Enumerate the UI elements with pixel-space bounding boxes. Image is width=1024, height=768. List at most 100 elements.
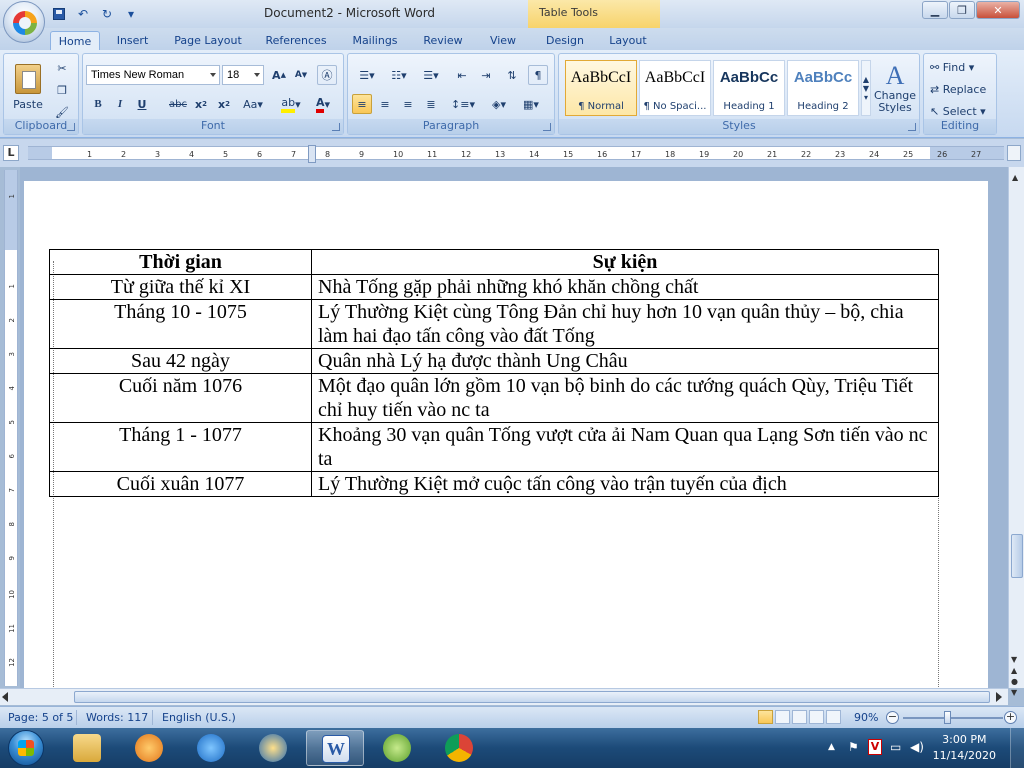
tab-design[interactable]: Design xyxy=(540,31,590,50)
web-layout-button[interactable] xyxy=(792,710,807,724)
style-heading-1[interactable]: AaBbCc Heading 1 xyxy=(713,60,785,116)
tab-stop-selector[interactable]: L xyxy=(3,145,19,161)
cell-time[interactable]: Tháng 10 - 1075 xyxy=(49,299,312,349)
highlight-button[interactable]: ab ▾ xyxy=(277,94,305,114)
header-event[interactable]: Sự kiện xyxy=(311,249,939,275)
zoom-slider-thumb[interactable] xyxy=(944,711,951,724)
restore-button[interactable]: ❐ xyxy=(949,1,975,19)
clipboard-launcher-button[interactable] xyxy=(67,123,75,131)
justify-button[interactable]: ≣ xyxy=(421,94,441,114)
paste-button[interactable]: Paste xyxy=(10,58,46,116)
tab-view[interactable]: View xyxy=(482,31,524,50)
page-indicator[interactable]: Page: 5 of 5 xyxy=(8,711,73,724)
show-hide-marks-button[interactable]: ¶ xyxy=(528,65,548,85)
taskbar-app-2[interactable] xyxy=(368,730,426,766)
bold-button[interactable]: B xyxy=(88,94,108,114)
taskbar-explorer[interactable] xyxy=(58,730,116,766)
vertical-scroll-thumb[interactable] xyxy=(1011,534,1023,578)
borders-button[interactable]: ▦▾ xyxy=(516,94,546,114)
column-marker-handle[interactable] xyxy=(308,145,316,163)
draft-view-button[interactable] xyxy=(826,710,841,724)
font-size-combo[interactable]: 18 xyxy=(222,65,264,85)
next-page-button[interactable]: ▼ xyxy=(1011,687,1018,698)
cell-time[interactable]: Tháng 1 - 1077 xyxy=(49,422,312,472)
find-button[interactable]: ⚯ Find ▾ xyxy=(930,58,974,76)
select-browse-object-button[interactable]: ● xyxy=(1011,676,1018,687)
tab-insert[interactable]: Insert xyxy=(110,31,155,50)
styles-launcher-button[interactable] xyxy=(908,123,916,131)
paragraph-launcher-button[interactable] xyxy=(543,123,551,131)
vertical-scrollbar[interactable]: ▲ ▼ ▲ ● ▼ xyxy=(1008,167,1024,697)
taskbar-app[interactable] xyxy=(244,730,302,766)
cell-time[interactable]: Cuối xuân 1077 xyxy=(49,471,312,497)
scroll-up-button[interactable]: ▲ xyxy=(1012,170,1022,182)
document-area[interactable]: Thời gian Sự kiện Từ giữa thế kỉ XI Nhà … xyxy=(20,167,1008,688)
copy-button[interactable]: ❐ xyxy=(52,80,72,100)
cut-button[interactable]: ✂ xyxy=(52,58,72,78)
increase-indent-button[interactable]: ⇥ xyxy=(476,65,496,85)
close-button[interactable]: ✕ xyxy=(976,1,1020,19)
font-launcher-button[interactable] xyxy=(332,123,340,131)
document-page[interactable]: Thời gian Sự kiện Từ giữa thế kỉ XI Nhà … xyxy=(24,181,988,688)
select-button[interactable]: ↖ Select ▾ xyxy=(930,102,986,120)
show-hidden-icons-button[interactable]: ▲ xyxy=(828,742,835,752)
vertical-ruler[interactable]: 1 1 2 3 4 5 6 7 8 9 10 11 12 xyxy=(4,170,18,686)
strikethrough-button[interactable]: abc xyxy=(168,94,188,114)
language-indicator[interactable]: English (U.S.) xyxy=(162,711,236,724)
sort-button[interactable]: ⇅ xyxy=(502,65,522,85)
cell-event[interactable]: Nhà Tống gặp phải những khó khăn chồng c… xyxy=(311,274,939,300)
previous-page-button[interactable]: ▲ xyxy=(1011,665,1018,676)
network-icon[interactable]: ▭ xyxy=(890,740,901,754)
decrease-indent-button[interactable]: ⇤ xyxy=(452,65,472,85)
align-center-button[interactable]: ≡ xyxy=(375,94,395,114)
tab-layout[interactable]: Layout xyxy=(604,31,652,50)
underline-button[interactable]: U xyxy=(132,94,152,114)
office-button[interactable] xyxy=(3,1,45,43)
scroll-left-button[interactable] xyxy=(2,692,8,702)
tab-mailings[interactable]: Mailings xyxy=(346,31,404,50)
font-color-button[interactable]: A ▾ xyxy=(309,94,337,114)
subscript-button[interactable]: x2 xyxy=(191,94,211,114)
zoom-in-button[interactable]: + xyxy=(1004,711,1017,724)
numbering-button[interactable]: ☷▾ xyxy=(384,65,414,85)
tab-page-layout[interactable]: Page Layout xyxy=(170,31,246,50)
minimize-button[interactable]: ▁ xyxy=(922,1,948,19)
cell-time[interactable]: Sau 42 ngày xyxy=(49,348,312,374)
styles-gallery-scroll[interactable]: ▲ ▼ ▾ xyxy=(861,60,871,116)
taskbar-media-player[interactable] xyxy=(120,730,178,766)
scroll-right-button[interactable] xyxy=(996,692,1002,702)
align-left-button[interactable]: ≡ xyxy=(352,94,372,114)
cell-event[interactable]: Khoảng 30 vạn quân Tống vượt cửa ải Nam … xyxy=(311,422,939,472)
clear-formatting-button[interactable]: Ⓐ xyxy=(317,65,337,85)
antivirus-icon[interactable]: V xyxy=(868,739,882,755)
taskbar-word[interactable]: W xyxy=(306,730,364,766)
shrink-font-button[interactable]: A ▼ xyxy=(291,65,311,85)
scroll-down-button[interactable]: ▼ xyxy=(1011,654,1018,665)
cell-event[interactable]: Quân nhà Lý hạ được thành Ung Châu xyxy=(311,348,939,374)
style-no-spacing[interactable]: AaBbCcI ¶ No Spaci... xyxy=(639,60,711,116)
superscript-button[interactable]: x2 xyxy=(214,94,234,114)
cell-event[interactable]: Lý Thường Kiệt cùng Tông Đản chỉ huy hơn… xyxy=(311,299,939,349)
outline-view-button[interactable] xyxy=(809,710,824,724)
align-right-button[interactable]: ≡ xyxy=(398,94,418,114)
redo-button[interactable]: ↻ xyxy=(98,6,116,22)
taskbar-internet-explorer[interactable] xyxy=(182,730,240,766)
change-case-button[interactable]: Aa▾ xyxy=(239,94,267,114)
zoom-out-button[interactable]: − xyxy=(886,711,899,724)
action-center-flag-icon[interactable]: ⚑ xyxy=(848,740,859,754)
style-normal[interactable]: AaBbCcI ¶ Normal xyxy=(565,60,637,116)
change-styles-button[interactable]: A Change Styles xyxy=(873,58,917,118)
word-count[interactable]: Words: 117 xyxy=(86,711,148,724)
taskbar-chrome[interactable] xyxy=(430,730,488,766)
tab-review[interactable]: Review xyxy=(418,31,468,50)
full-screen-reading-button[interactable] xyxy=(775,710,790,724)
volume-icon[interactable]: ◀) xyxy=(910,740,924,754)
italic-button[interactable]: I xyxy=(110,94,130,114)
cell-event[interactable]: Lý Thường Kiệt mở cuộc tấn công vào trận… xyxy=(311,471,939,497)
font-name-combo[interactable]: Times New Roman xyxy=(86,65,220,85)
cell-event[interactable]: Một đạo quân lớn gồm 10 vạn bộ binh do c… xyxy=(311,373,939,423)
customize-qat-button[interactable]: ▾ xyxy=(122,6,140,22)
header-time[interactable]: Thời gian xyxy=(49,249,312,275)
tab-home[interactable]: Home xyxy=(50,31,100,50)
line-spacing-button[interactable]: ↕≡▾ xyxy=(448,94,478,114)
